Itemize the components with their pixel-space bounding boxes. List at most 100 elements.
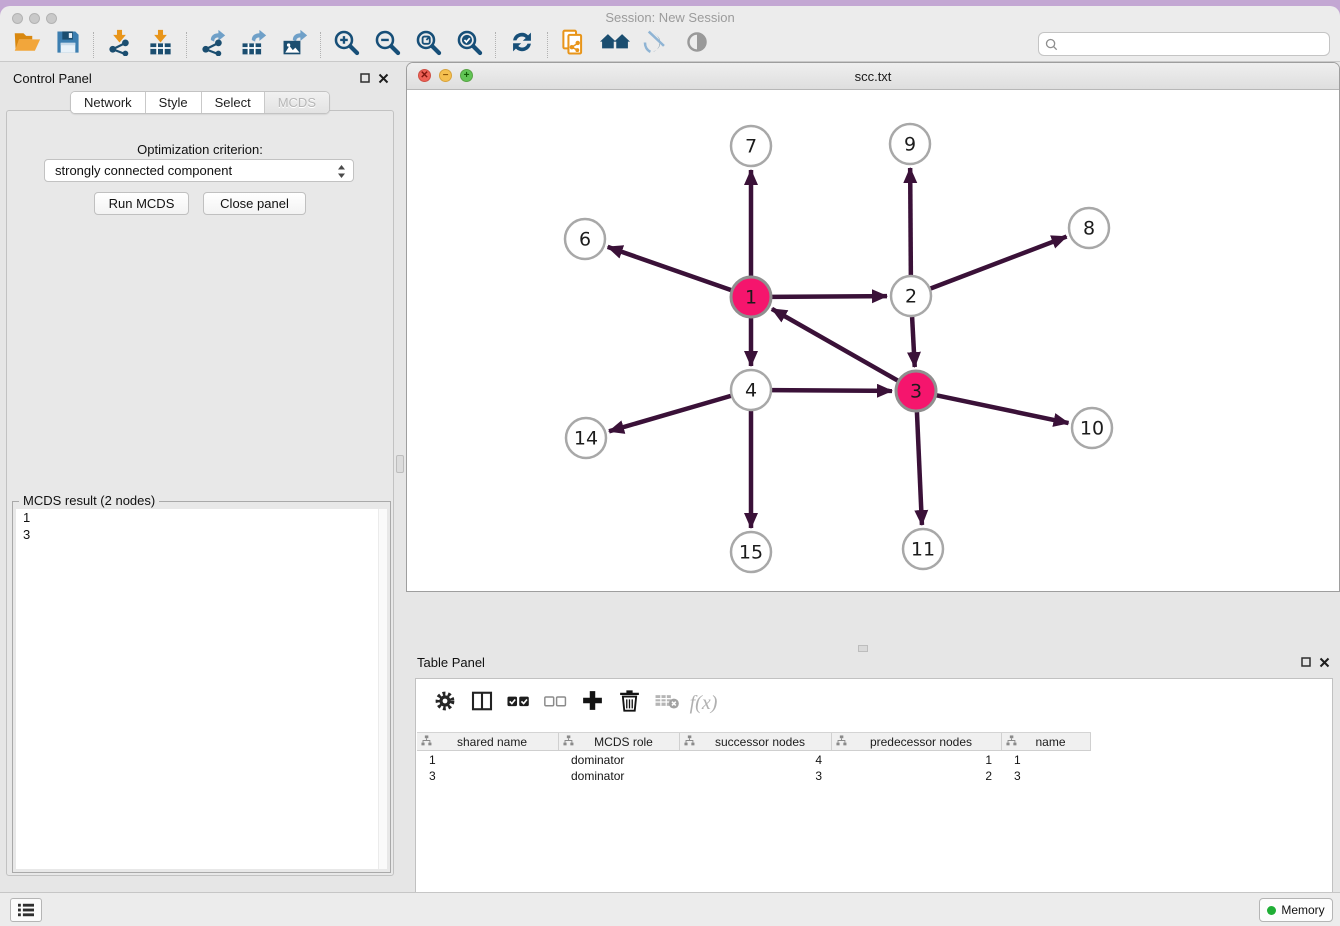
dropdown-chevrons-icon — [337, 164, 346, 182]
cell-mcds-role[interactable]: dominator — [559, 752, 680, 768]
close-panel-icon[interactable] — [376, 71, 390, 85]
function-builder-icon: f(x) — [690, 692, 718, 715]
open-file-button[interactable] — [6, 30, 47, 60]
node-11[interactable]: 11 — [903, 529, 943, 569]
node-4[interactable]: 4 — [731, 370, 771, 410]
table-float-icon[interactable] — [1299, 655, 1313, 669]
zoom-in-button[interactable] — [326, 30, 367, 60]
node-1[interactable]: 1 — [731, 277, 771, 317]
tab-network[interactable]: Network — [71, 92, 145, 113]
node-7[interactable]: 7 — [731, 126, 771, 166]
table-rows: 1dominator4113dominator323 — [417, 752, 1331, 784]
cell-name[interactable]: 3 — [1002, 768, 1091, 784]
cell-shared-name[interactable]: 3 — [417, 768, 559, 784]
import-network-button[interactable] — [99, 30, 140, 60]
network-view-window: ✕ − + scc.txt 7968124314101511 — [406, 62, 1340, 592]
criterion-dropdown[interactable]: strongly connected component — [44, 159, 354, 182]
delete-columns-button[interactable] — [611, 686, 648, 720]
add-column-button[interactable] — [574, 686, 611, 720]
task-history-button[interactable] — [10, 898, 42, 922]
node-label: 3 — [910, 381, 922, 403]
node-15[interactable]: 15 — [731, 532, 771, 572]
horizontal-splitter-grip[interactable] — [858, 645, 868, 652]
refresh-view-button[interactable] — [501, 30, 542, 60]
run-mcds-button[interactable]: Run MCDS — [94, 192, 189, 215]
node-label: 2 — [905, 286, 917, 308]
control-panel-tabs: NetworkStyleSelectMCDS — [70, 91, 330, 114]
home-layout-button[interactable] — [594, 30, 635, 60]
node-10[interactable]: 10 — [1072, 408, 1112, 448]
node-label: 10 — [1080, 418, 1104, 440]
function-builder-button[interactable]: f(x) — [685, 686, 722, 720]
close-panel-button[interactable]: Close panel — [203, 192, 306, 215]
memory-label: Memory — [1281, 903, 1324, 917]
cell-shared-name[interactable]: 1 — [417, 752, 559, 768]
unselect-all-checkboxes-icon — [543, 689, 568, 718]
cell-successor-nodes[interactable]: 4 — [680, 752, 832, 768]
unselect-all-checkboxes-button[interactable] — [537, 686, 574, 720]
edge-1-2[interactable] — [772, 296, 887, 297]
table-close-icon[interactable] — [1317, 655, 1331, 669]
cell-successor-nodes[interactable]: 3 — [680, 768, 832, 784]
edge-2-3[interactable] — [912, 317, 915, 367]
node-14[interactable]: 14 — [566, 418, 606, 458]
column-header-name[interactable]: name — [1002, 733, 1091, 750]
import-table-button[interactable] — [140, 30, 181, 60]
edge-2-9[interactable] — [910, 168, 911, 275]
node-8[interactable]: 8 — [1069, 208, 1109, 248]
edge-3-1[interactable] — [772, 309, 898, 381]
tab-mcds[interactable]: MCDS — [264, 92, 329, 113]
tab-select[interactable]: Select — [201, 92, 264, 113]
cell-predecessor-nodes[interactable]: 1 — [832, 752, 1002, 768]
node-label: 14 — [574, 428, 598, 450]
edge-4-14[interactable] — [609, 396, 731, 431]
column-header-successor-nodes[interactable]: successor nodes — [680, 733, 832, 750]
show-graphics-details-button[interactable] — [676, 30, 717, 60]
node-2[interactable]: 2 — [891, 276, 931, 316]
control-panel-title: Control Panel — [13, 71, 92, 86]
node-label: 1 — [745, 287, 757, 309]
search-box[interactable] — [1038, 32, 1330, 56]
column-header-predecessor-nodes[interactable]: predecessor nodes — [832, 733, 1002, 750]
network-canvas[interactable]: 7 9 6 8 1 2 4 3 14 10 15 11 — [407, 90, 1339, 591]
result-scrollbar[interactable] — [378, 509, 387, 869]
zoom-fit-button[interactable] — [408, 30, 449, 60]
table-row[interactable]: 3dominator323 — [417, 768, 1331, 784]
export-network-button[interactable] — [192, 30, 233, 60]
table-row[interactable]: 1dominator411 — [417, 752, 1331, 768]
node-3[interactable]: 3 — [896, 371, 936, 411]
select-all-checkboxes-button[interactable] — [500, 686, 537, 720]
vertical-splitter-grip[interactable] — [396, 455, 404, 473]
zoom-selected-button[interactable] — [449, 30, 490, 60]
edge-3-10[interactable] — [937, 395, 1069, 423]
zoom-selected-icon — [456, 29, 483, 61]
cell-name[interactable]: 1 — [1002, 752, 1091, 768]
new-network-from-file-button[interactable] — [553, 30, 594, 60]
zoom-out-button[interactable] — [367, 30, 408, 60]
delete-table-button[interactable] — [648, 686, 685, 720]
cell-predecessor-nodes[interactable]: 2 — [832, 768, 1002, 784]
node-6[interactable]: 6 — [565, 219, 605, 259]
table-options-gear-button[interactable] — [426, 686, 463, 720]
edge-3-11[interactable] — [917, 412, 922, 525]
export-image-button[interactable] — [274, 30, 315, 60]
float-panel-icon[interactable] — [358, 71, 372, 85]
criterion-dropdown-value: strongly connected component — [55, 163, 232, 178]
column-header-shared-name[interactable]: shared name — [417, 733, 559, 750]
search-input[interactable] — [1062, 37, 1323, 51]
memory-button[interactable]: Memory — [1259, 898, 1333, 922]
show-columns-button[interactable] — [463, 686, 500, 720]
save-session-button[interactable] — [47, 30, 88, 60]
export-table-button[interactable] — [233, 30, 274, 60]
hide-graphics-details-button[interactable] — [635, 30, 676, 60]
mcds-result-textarea[interactable]: 13 — [16, 509, 387, 869]
sort-hierarchy-icon — [836, 733, 847, 751]
edge-1-6[interactable] — [608, 247, 732, 290]
edge-2-8[interactable] — [931, 237, 1067, 289]
node-9[interactable]: 9 — [890, 124, 930, 164]
column-header-mcds-role[interactable]: MCDS role — [559, 733, 680, 750]
node-label: 11 — [911, 539, 935, 561]
cell-mcds-role[interactable]: dominator — [559, 768, 680, 784]
edge-4-3[interactable] — [772, 390, 892, 391]
tab-style[interactable]: Style — [145, 92, 201, 113]
